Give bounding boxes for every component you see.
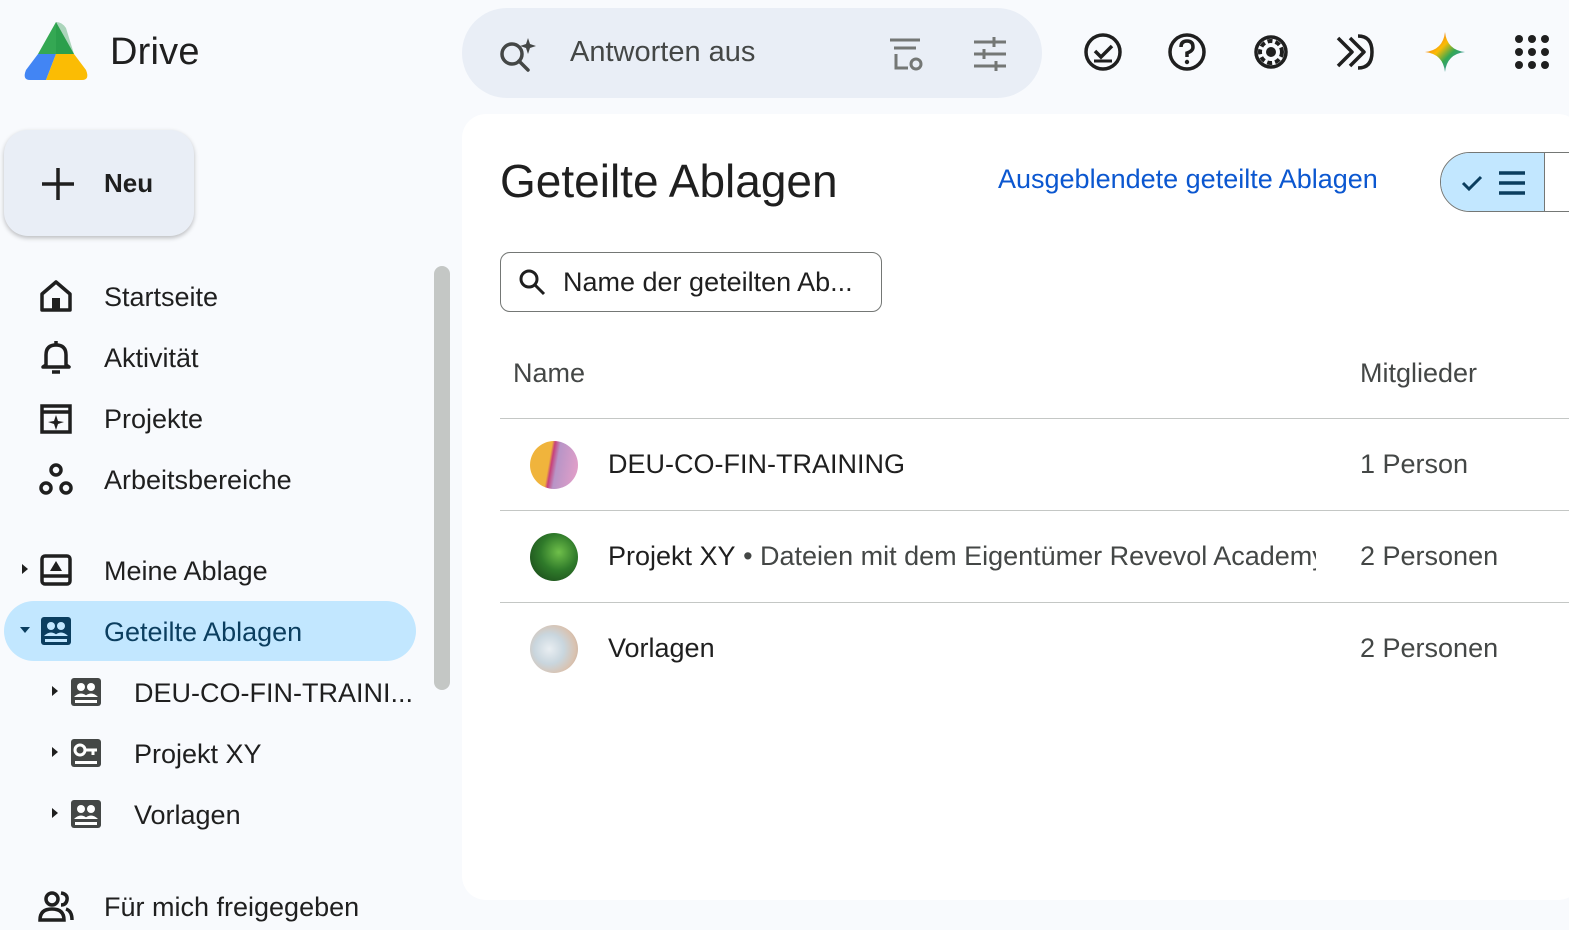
sidebar-item-label: Meine Ablage <box>104 556 268 586</box>
search-bar[interactable]: Antworten aus <box>462 8 1042 98</box>
sidebar-item-projekt-xy[interactable]: Projekt XY <box>4 723 416 783</box>
home-icon <box>40 280 72 312</box>
expand-arrow-icon[interactable] <box>48 806 62 820</box>
main-panel: Geteilte Ablagen Ausgeblendete geteilte … <box>462 114 1569 900</box>
help-icon[interactable] <box>1165 30 1209 74</box>
new-button-label: Neu <box>104 168 154 198</box>
expand-arrow-icon[interactable] <box>48 684 62 698</box>
shared-drives-icon <box>41 617 71 645</box>
sidebar-item-label: Arbeitsbereiche <box>104 465 292 495</box>
workspaces-icon <box>39 463 73 495</box>
view-toggle[interactable] <box>1440 152 1569 212</box>
sidebar-scrollbar[interactable] <box>434 266 450 690</box>
drive-avatar <box>530 625 578 673</box>
drive-logo-icon <box>24 22 88 80</box>
settings-icon[interactable] <box>1249 30 1293 74</box>
sidebar-item-projects[interactable]: Projekte <box>4 388 416 448</box>
shared-drive-name-filter[interactable]: Name der geteilten Ab... <box>500 252 882 312</box>
drive-description: • Dateien mit dem Eigentümer Revevol Aca… <box>735 541 1316 571</box>
sidebar-item-shared-with-me[interactable]: Für mich freigegeben <box>4 876 416 930</box>
sidebar-item-shared-drives[interactable]: Geteilte Ablagen <box>4 601 416 661</box>
table-row[interactable]: Projekt XY • Dateien mit dem Eigentümer … <box>500 511 1569 602</box>
drive-avatar <box>530 533 578 581</box>
expand-arrow-icon[interactable] <box>48 745 62 759</box>
sidebar-item-label: Geteilte Ablagen <box>104 617 303 647</box>
drive-logo[interactable]: Drive <box>22 20 200 84</box>
drive-name: Vorlagen <box>608 633 715 663</box>
search-icon <box>519 269 546 296</box>
expand-arrow-icon[interactable] <box>18 562 32 576</box>
search-settings-icon[interactable] <box>886 34 926 74</box>
search-input[interactable]: Antworten aus <box>570 36 755 69</box>
column-header-members[interactable]: Mitglieder <box>1360 358 1477 389</box>
sidebar-item-label: Projekt XY <box>134 739 262 769</box>
filter-input[interactable]: Name der geteilten Ab... <box>563 267 853 298</box>
plus-icon <box>42 168 74 200</box>
new-button[interactable]: Neu <box>4 130 194 236</box>
bell-icon <box>41 341 71 374</box>
drive-name: Projekt XY <box>608 541 736 571</box>
sidebar-item-label: Startseite <box>104 282 219 312</box>
sidebar-item-label: DEU-CO-FIN-TRAINI... <box>134 678 413 708</box>
shared-drive-icon <box>71 800 101 828</box>
gemini-icon[interactable] <box>1423 30 1467 74</box>
sidebar-item-home[interactable]: Startseite <box>4 266 416 326</box>
drive-members: 1 Person <box>1360 449 1469 479</box>
list-view-button[interactable] <box>1441 153 1545 211</box>
sidebar-item-my-drive[interactable]: Meine Ablage <box>4 540 416 600</box>
drive-name-cell: Projekt XY • Dateien mit dem Eigentümer … <box>608 541 1316 572</box>
sidebar-item-vorlagen[interactable]: Vorlagen <box>4 784 416 844</box>
sidebar-item-label: Projekte <box>104 404 204 434</box>
drive-members: 2 Personen <box>1360 541 1499 571</box>
sidebar-item-label: Aktivität <box>104 343 199 373</box>
sidebar-item-label: Vorlagen <box>134 800 241 830</box>
page-title: Geteilte Ablagen <box>500 155 838 207</box>
app-name: Drive <box>110 30 200 73</box>
table-row[interactable]: DEU-CO-FIN-TRAINING 1 Person <box>500 419 1569 510</box>
drive-members: 2 Personen <box>1360 633 1499 663</box>
hidden-shared-drives-link[interactable]: Ausgeblendete geteilte Ablagen <box>998 164 1378 195</box>
my-drive-icon <box>40 554 72 586</box>
sidebar-item-deu-co-fin-training[interactable]: DEU-CO-FIN-TRAINI... <box>4 662 416 722</box>
drive-name: DEU-CO-FIN-TRAINING <box>608 449 905 479</box>
projects-icon <box>40 404 72 434</box>
ai-search-icon <box>500 38 536 72</box>
drive-avatar <box>530 441 578 489</box>
shared-drive-icon <box>71 678 101 706</box>
restricted-drive-icon <box>71 739 101 767</box>
offline-ready-icon[interactable] <box>1081 30 1125 74</box>
people-icon <box>38 891 74 922</box>
sidebar-item-workspaces[interactable]: Arbeitsbereiche <box>4 449 416 509</box>
table-row[interactable]: Vorlagen 2 Personen <box>500 603 1569 694</box>
column-header-name[interactable]: Name <box>513 358 585 389</box>
sidebar-item-activity[interactable]: Aktivität <box>4 327 416 387</box>
apps-grid-icon[interactable] <box>1510 30 1554 74</box>
ai-assistant-icon[interactable] <box>1332 30 1376 74</box>
filter-options-icon[interactable] <box>970 34 1010 74</box>
check-list-icon <box>1461 171 1525 195</box>
sidebar-item-label: Für mich freigegeben <box>104 892 360 922</box>
collapse-arrow-icon[interactable] <box>18 623 32 637</box>
